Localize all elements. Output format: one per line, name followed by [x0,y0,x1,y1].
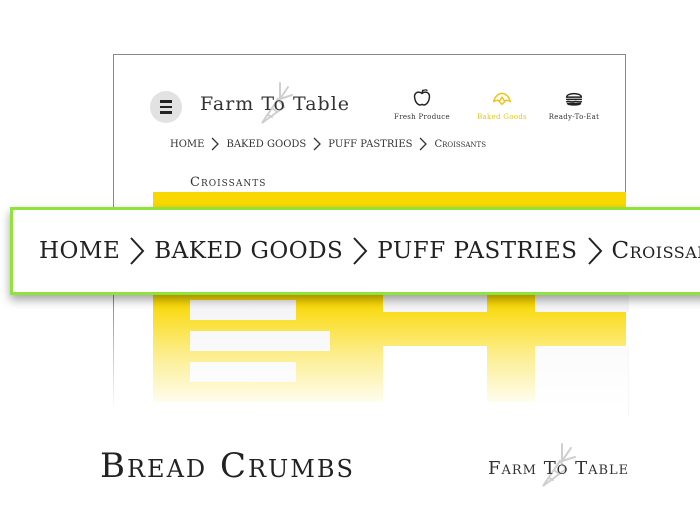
breadcrumb-baked-goods[interactable]: BAKED GOODS [154,238,343,264]
chevron-right-icon [587,237,602,265]
breadcrumb-puff-pastries[interactable]: PUFF PASTRIES [328,139,412,150]
caption-title: Bread Crumbs [100,446,355,486]
chevron-right-icon [353,237,368,265]
placeholder-block [383,294,487,312]
apple-icon [413,89,431,106]
breadcrumb-puff-pastries[interactable]: PUFF PASTRIES [377,238,577,264]
chevron-right-icon [130,237,145,265]
nav-baked-goods[interactable]: Baked Goods [462,87,542,121]
placeholder-block [190,300,296,320]
hamburger-menu-button[interactable] [150,91,182,123]
page-title: Croissants [190,175,267,190]
chevron-right-icon [313,137,322,151]
breadcrumb-large: HOME BAKED GOODS PUFF PASTRIES Croissant… [39,235,700,267]
breadcrumb: HOME BAKED GOODS PUFF PASTRIES Croissant… [170,137,486,151]
placeholder-block [535,346,629,416]
nav-label: Fresh Produce [394,113,450,121]
nav-label: Ready-To-Eat [548,113,600,121]
placeholder-block [190,331,330,351]
nav-label: Baked Goods [477,113,527,121]
croissant-icon [493,92,511,106]
nav-ready-to-eat[interactable]: Ready-To-Eat [534,87,614,121]
breadcrumb-home[interactable]: HOME [170,139,204,150]
breadcrumb-home[interactable]: HOME [39,238,120,264]
footer-brand-name: Farm To Table [488,458,630,479]
menu-line [160,111,172,114]
breadcrumb-baked-goods[interactable]: BAKED GOODS [226,139,306,150]
breadcrumb-current: Croissants [434,138,487,150]
brand-name[interactable]: Farm To Table [200,93,350,115]
burger-icon [565,92,583,106]
chevron-right-icon [420,137,428,151]
breadcrumb-current: Croissants [611,238,700,264]
placeholder-block [535,294,629,312]
placeholder-block [383,346,487,416]
breadcrumb-zoom-callout: HOME BAKED GOODS PUFF PASTRIES Croissant… [10,207,700,295]
placeholder-block [190,362,296,382]
nav-fresh-produce[interactable]: Fresh Produce [382,87,462,121]
menu-line [160,105,172,109]
chevron-right-icon [212,137,220,151]
menu-line [160,100,172,103]
